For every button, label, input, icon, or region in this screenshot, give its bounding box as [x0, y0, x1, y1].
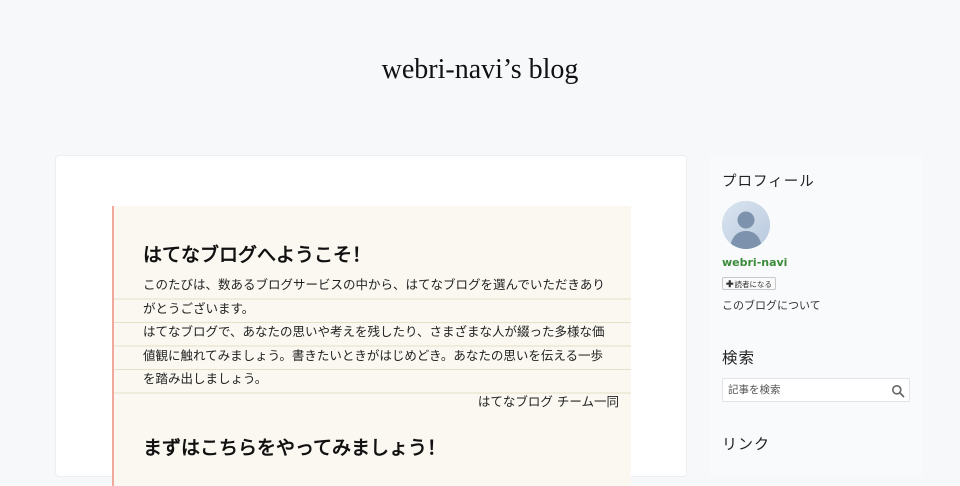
search-input[interactable]	[723, 379, 888, 401]
default-user-avatar-icon[interactable]	[722, 201, 770, 249]
links-heading: リンク	[722, 435, 771, 453]
search-heading: 検索	[722, 349, 756, 367]
welcome-paragraph: はてなブログで、あなたの思いや考えを残したり、さまざまな人が綴った多様な価値観に…	[143, 324, 605, 386]
welcome-paragraph: このたびは、数あるブログサービスの中から、はてなブログを選んでいただきありがとう…	[143, 277, 605, 316]
subscribe-label: 読者になる	[734, 280, 773, 289]
search-form	[722, 378, 910, 402]
profile-heading: プロフィール	[722, 174, 815, 190]
welcome-signature: はてなブログ チーム一同	[477, 394, 619, 409]
welcome-entry: はてなブログへようこそ！ このたびは、数あるブログサービスの中から、はてなブログ…	[112, 206, 631, 486]
profile-username-link[interactable]: webri-navi	[722, 256, 787, 269]
main-content-card: はてなブログへようこそ！ このたびは、数あるブログサービスの中から、はてなブログ…	[56, 156, 686, 486]
magnifier-icon[interactable]	[891, 383, 905, 398]
blog-title-link[interactable]: webri-navi’s blog	[0, 52, 960, 88]
sidebar: プロフィール webri-navi ✚読者になる このブログについて 検索 記事…	[710, 156, 922, 476]
welcome-body: このたびは、数あるブログサービスの中から、はてなブログを選んでいただきありがとう…	[143, 273, 609, 391]
getting-started-heading: まずはこちらをやってみましょう！	[143, 437, 447, 459]
plus-icon: ✚	[726, 279, 734, 289]
subscribe-button[interactable]: ✚読者になる	[722, 277, 777, 290]
about-blog-link[interactable]: このブログについて	[722, 297, 821, 313]
welcome-title: はてなブログへようこそ！	[143, 244, 372, 266]
